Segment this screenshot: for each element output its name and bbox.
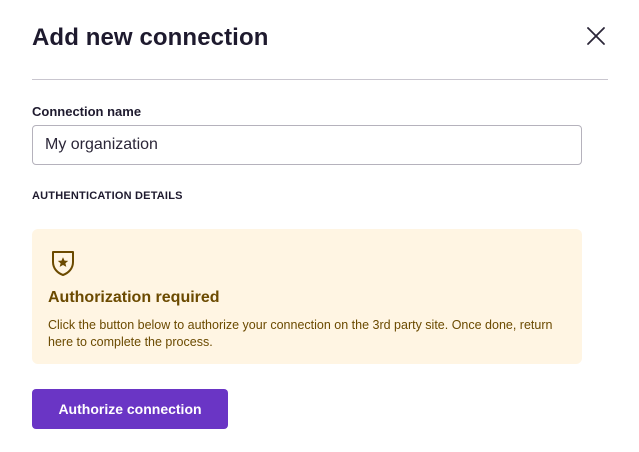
add-connection-dialog: Add new connection Connection name AUTHE… — [0, 0, 639, 452]
notice-title: Authorization required — [48, 289, 220, 306]
authorize-connection-button[interactable]: Authorize connection — [32, 389, 228, 429]
shield-star-icon — [52, 251, 74, 276]
connection-name-input[interactable] — [32, 125, 582, 165]
close-button[interactable] — [582, 22, 610, 50]
connection-name-label: Connection name — [32, 104, 142, 119]
header-divider — [32, 79, 608, 80]
dialog-title: Add new connection — [32, 24, 269, 51]
notice-message: Click the button below to authorize your… — [48, 318, 553, 349]
authentication-details-heading: AUTHENTICATION DETAILS — [32, 190, 183, 202]
authorization-notice: Authorization required Click the button … — [32, 229, 582, 364]
close-icon — [587, 27, 605, 45]
